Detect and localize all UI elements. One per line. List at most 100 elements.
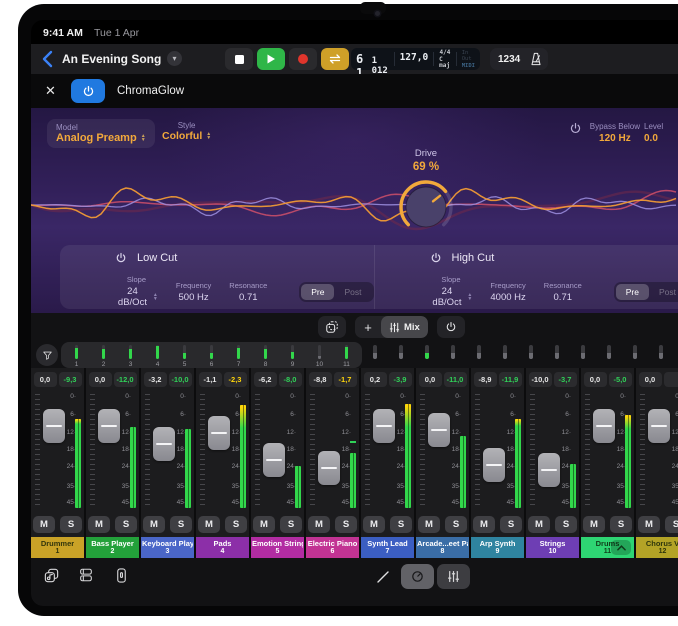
- mix-view-button[interactable]: Mix: [381, 316, 428, 338]
- navigator-track[interactable]: [570, 342, 596, 368]
- navigator-strip[interactable]: 1234567891011: [61, 342, 674, 368]
- lcd-display[interactable]: 6 1 1 012 127,0 4/4 C maj In Out MIDI: [351, 48, 480, 70]
- metronome-icon[interactable]: [528, 51, 544, 67]
- peak-readout[interactable]: -3,7: [554, 372, 577, 387]
- fader-track[interactable]: [371, 392, 397, 510]
- fader-cap[interactable]: [318, 451, 340, 485]
- post-option[interactable]: Post: [649, 284, 678, 300]
- fader-cap[interactable]: [483, 448, 505, 482]
- navigator-track[interactable]: 1: [63, 342, 90, 368]
- peak-readout[interactable]: [664, 372, 678, 387]
- fader-cap[interactable]: [43, 409, 65, 443]
- mute-button[interactable]: M: [583, 516, 605, 533]
- track-name-tab[interactable]: Arcade...eet Pad8: [416, 537, 469, 558]
- fader-track[interactable]: [206, 392, 232, 510]
- volume-readout[interactable]: -10,0: [529, 372, 552, 387]
- power-icon[interactable]: [430, 252, 442, 264]
- navigator-track[interactable]: 9: [279, 342, 306, 368]
- collapse-stack-button[interactable]: [611, 540, 631, 555]
- navigator-track[interactable]: [440, 342, 466, 368]
- mute-button[interactable]: M: [528, 516, 550, 533]
- fader-track[interactable]: [591, 392, 617, 510]
- navigator-track[interactable]: 10: [306, 342, 333, 368]
- faders-view-button[interactable]: [437, 564, 470, 589]
- navigator-track[interactable]: 7: [225, 342, 252, 368]
- power-icon[interactable]: [115, 252, 127, 264]
- volume-readout[interactable]: -3,2: [144, 372, 167, 387]
- fader-track[interactable]: [151, 392, 177, 510]
- navigator-track[interactable]: [388, 342, 414, 368]
- fader-cap[interactable]: [593, 409, 615, 443]
- close-plugin-icon[interactable]: ✕: [45, 83, 56, 99]
- fader-cap[interactable]: [373, 409, 395, 443]
- track-name-tab[interactable]: Drums11: [581, 537, 634, 558]
- fader-track[interactable]: [316, 392, 342, 510]
- navigator-track[interactable]: [622, 342, 648, 368]
- song-menu-chevron-icon[interactable]: ▾: [167, 51, 182, 66]
- track-name-tab[interactable]: Drummer1: [31, 537, 84, 558]
- navigator-track[interactable]: [648, 342, 674, 368]
- peak-readout[interactable]: -12,0: [114, 372, 137, 387]
- low-cut-resonance[interactable]: Resonance 0.71: [229, 281, 267, 303]
- fader-track[interactable]: [646, 392, 672, 510]
- connections-button[interactable]: [111, 565, 131, 585]
- mixer-power-button[interactable]: [437, 316, 465, 338]
- volume-readout[interactable]: 0,0: [34, 372, 57, 387]
- regions-button[interactable]: [318, 316, 346, 338]
- peak-readout[interactable]: -2,3: [224, 372, 247, 387]
- navigator-track[interactable]: 11: [333, 342, 360, 368]
- navigator-visible-range[interactable]: 1234567891011: [61, 342, 362, 368]
- post-option[interactable]: Post: [334, 284, 371, 300]
- controls-view-button[interactable]: [401, 564, 434, 589]
- volume-readout[interactable]: 0,0: [89, 372, 112, 387]
- mute-button[interactable]: M: [198, 516, 220, 533]
- fader-cap[interactable]: [648, 409, 670, 443]
- navigator-track[interactable]: [518, 342, 544, 368]
- add-track-button[interactable]: +: [355, 316, 381, 338]
- peak-readout[interactable]: -11,9: [499, 372, 522, 387]
- mute-button[interactable]: M: [638, 516, 660, 533]
- solo-button[interactable]: S: [445, 516, 467, 533]
- play-button[interactable]: [257, 48, 285, 70]
- low-cut-pre-post-toggle[interactable]: Pre Post: [299, 282, 373, 302]
- mute-button[interactable]: M: [363, 516, 385, 533]
- solo-button[interactable]: S: [115, 516, 137, 533]
- fader-cap[interactable]: [263, 443, 285, 477]
- filter-button[interactable]: [36, 344, 58, 366]
- loop-browser-button[interactable]: [41, 565, 61, 585]
- fader-track[interactable]: [426, 392, 452, 510]
- low-cut-frequency[interactable]: Frequency 500 Hz: [176, 281, 211, 303]
- stop-button[interactable]: [225, 48, 253, 70]
- fader-track[interactable]: [261, 392, 287, 510]
- peak-readout[interactable]: -8,0: [279, 372, 302, 387]
- fader-cap[interactable]: [98, 409, 120, 443]
- navigator-track[interactable]: 3: [117, 342, 144, 368]
- volume-readout[interactable]: -8,8: [309, 372, 332, 387]
- solo-button[interactable]: S: [225, 516, 247, 533]
- solo-button[interactable]: S: [665, 516, 678, 533]
- fader-cap[interactable]: [208, 416, 230, 450]
- navigator-track[interactable]: 8: [252, 342, 279, 368]
- pre-option[interactable]: Pre: [301, 284, 334, 300]
- volume-readout[interactable]: -6,2: [254, 372, 277, 387]
- peak-readout[interactable]: -3,9: [389, 372, 412, 387]
- record-button[interactable]: [289, 48, 317, 70]
- song-title[interactable]: An Evening Song: [62, 52, 161, 66]
- track-name-tab[interactable]: Synth Lead7: [361, 537, 414, 558]
- navigator-track[interactable]: [596, 342, 622, 368]
- navigator-track[interactable]: [544, 342, 570, 368]
- navigator-track[interactable]: 5: [171, 342, 198, 368]
- library-button[interactable]: [76, 565, 96, 585]
- navigator-track[interactable]: 6: [198, 342, 225, 368]
- peak-readout[interactable]: -5,0: [609, 372, 632, 387]
- track-name-tab[interactable]: Chorus V12: [636, 537, 678, 558]
- track-name-tab[interactable]: Arp Synth9: [471, 537, 524, 558]
- volume-readout[interactable]: 0,2: [364, 372, 387, 387]
- drive-knob[interactable]: [395, 176, 457, 238]
- count-in-button[interactable]: 1234: [494, 54, 524, 65]
- level-control[interactable]: Level 0.0: [644, 122, 678, 144]
- navigator-track[interactable]: 2: [90, 342, 117, 368]
- solo-button[interactable]: S: [170, 516, 192, 533]
- volume-readout[interactable]: 0,0: [584, 372, 607, 387]
- model-selector[interactable]: Model Analog Preamp ▲▼: [47, 119, 155, 148]
